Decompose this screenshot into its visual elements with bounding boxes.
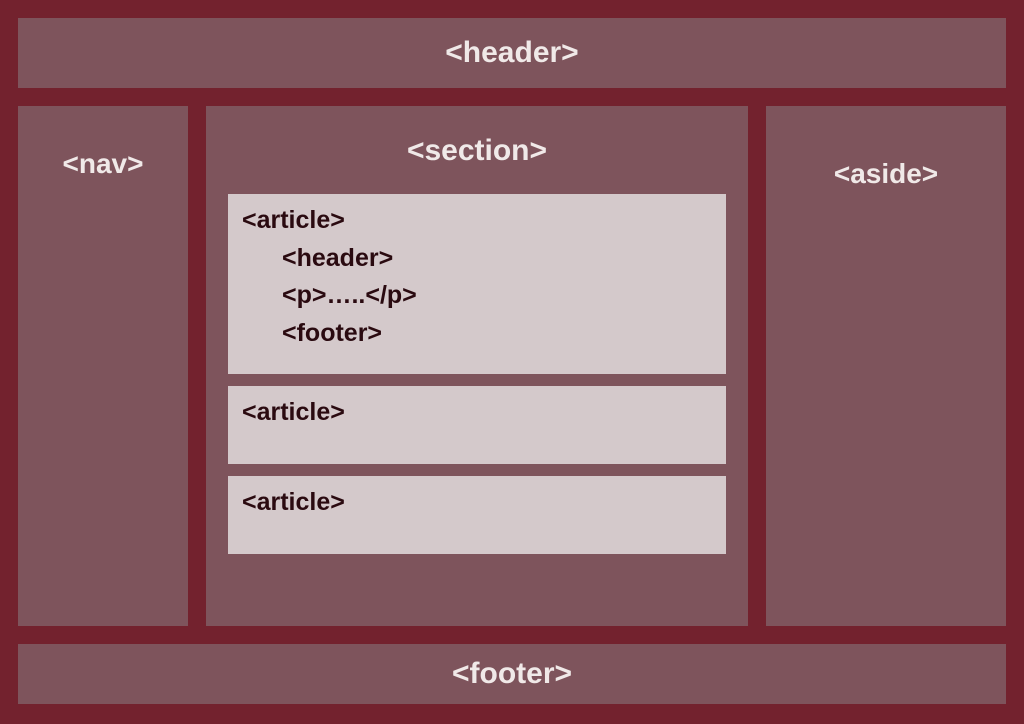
article-region: <article>: [228, 476, 726, 554]
header-label: <header>: [445, 36, 578, 70]
article-label: <article>: [242, 484, 712, 522]
section-label: <section>: [228, 106, 726, 194]
aside-region: <aside>: [766, 106, 1006, 626]
middle-row: <nav> <section> <article> <header> <p>….…: [18, 106, 1006, 626]
article-label: <article>: [242, 394, 712, 432]
article-region: <article> <header> <p>…..</p> <footer>: [228, 194, 726, 374]
article-child-footer: <footer>: [242, 315, 712, 353]
nav-region: <nav>: [18, 106, 188, 626]
footer-label: <footer>: [452, 657, 572, 691]
article-label: <article>: [242, 202, 712, 240]
aside-label: <aside>: [834, 158, 938, 189]
section-region: <section> <article> <header> <p>…..</p> …: [206, 106, 748, 626]
nav-label: <nav>: [63, 148, 144, 179]
article-child-header: <header>: [242, 240, 712, 278]
article-child-p: <p>…..</p>: [242, 277, 712, 315]
article-region: <article>: [228, 386, 726, 464]
footer-region: <footer>: [18, 644, 1006, 704]
header-region: <header>: [18, 18, 1006, 88]
